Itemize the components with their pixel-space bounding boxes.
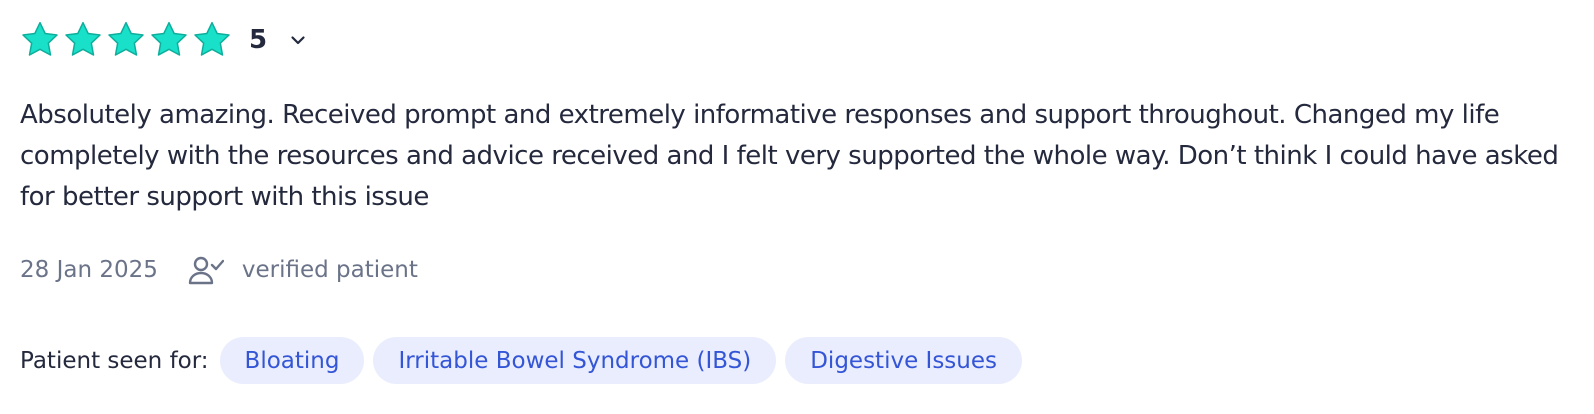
star-rating	[20, 20, 235, 60]
verified-label: verified patient	[241, 257, 418, 283]
review-meta: 28 Jan 2025 verified patient	[20, 252, 418, 288]
patient-seen-for: Patient seen for: Bloating Irritable Bow…	[20, 337, 1031, 384]
rating-dropdown[interactable]: 5	[249, 25, 307, 55]
star-icon	[106, 20, 146, 60]
star-icon	[149, 20, 189, 60]
rating-value: 5	[249, 25, 268, 55]
condition-tag-ibs[interactable]: Irritable Bowel Syndrome (IBS)	[373, 337, 777, 384]
chevron-down-icon[interactable]	[289, 31, 307, 49]
rating-row: 5	[20, 18, 307, 62]
seen-for-label: Patient seen for:	[20, 347, 209, 374]
condition-tag-bloating[interactable]: Bloating	[219, 337, 365, 384]
review-text: Absolutely amazing. Received prompt and …	[20, 100, 1559, 212]
star-icon	[192, 20, 232, 60]
condition-tag-digestive-issues[interactable]: Digestive Issues	[785, 337, 1022, 384]
user-check-icon	[188, 255, 225, 285]
review-card: 5 Absolutely amazing. Received prompt an…	[0, 0, 1594, 414]
review-date: 28 Jan 2025	[20, 257, 158, 283]
star-icon	[20, 20, 60, 60]
star-icon	[63, 20, 103, 60]
